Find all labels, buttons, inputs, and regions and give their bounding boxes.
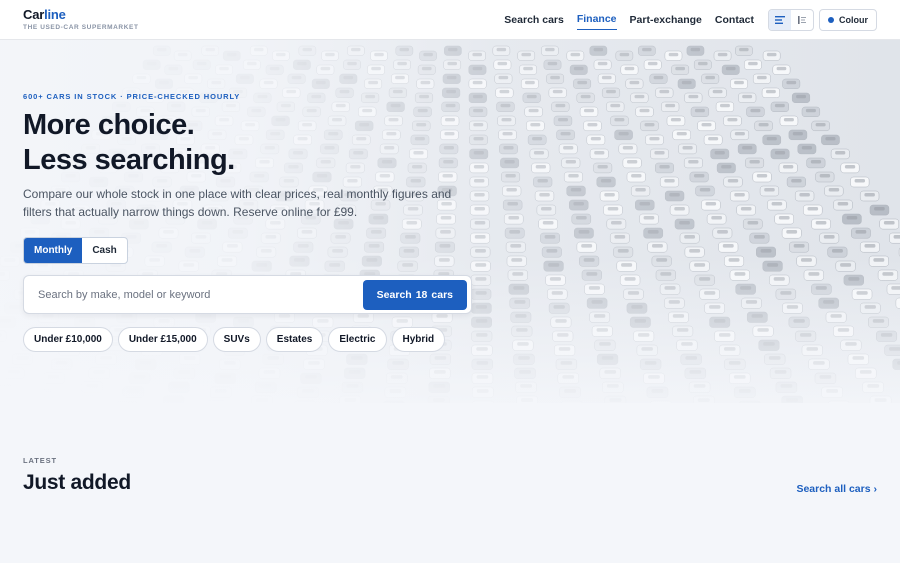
colour-theme-button[interactable]: Colour: [819, 8, 877, 31]
nav-part-exchange[interactable]: Part-exchange: [630, 10, 702, 30]
chip-estates[interactable]: Estates: [265, 327, 324, 352]
compact-view-icon: [798, 15, 806, 24]
layout-toggle: [768, 8, 814, 31]
list-view-button[interactable]: [769, 9, 791, 30]
nav-finance[interactable]: Finance: [576, 9, 617, 30]
main-nav: Search cars Finance Part-exchange Contac…: [491, 8, 877, 31]
latest-label: LATEST: [23, 456, 58, 465]
chip-suvs[interactable]: SUVs: [212, 327, 261, 352]
latest-section: LATEST Just added Search all cars ›: [0, 403, 900, 563]
nav-search-cars[interactable]: Search cars: [504, 10, 564, 30]
chip-under-10000[interactable]: Under £10,000: [23, 327, 113, 352]
chip-electric[interactable]: Electric: [328, 327, 387, 352]
headline-line1: More choice.: [23, 109, 195, 141]
search-button-count: 18: [415, 288, 428, 301]
list-view-icon: [775, 15, 785, 24]
headline-line2: Less searching.: [23, 144, 235, 176]
search-input[interactable]: [36, 287, 363, 302]
site-header: Carline THE USED-CAR SUPERMARKET Search …: [0, 0, 900, 40]
chip-hybrid[interactable]: Hybrid: [391, 327, 446, 352]
search-button-suffix: cars: [431, 288, 453, 301]
compact-view-button[interactable]: [791, 10, 813, 30]
brand-tagline: THE USED-CAR SUPERMARKET: [23, 24, 139, 31]
brand-name-part1: Car: [23, 7, 45, 22]
brand-name-part2: line: [44, 7, 66, 22]
chip-under-15000[interactable]: Under £15,000: [117, 327, 208, 352]
hero-headline: More choice. Less searching.: [23, 108, 235, 178]
payment-toggle: Monthly Cash: [23, 237, 128, 264]
hero-eyebrow: 600+ CARS IN STOCK · PRICE-CHECKED HOURL…: [23, 92, 241, 101]
payment-monthly[interactable]: Monthly: [24, 238, 83, 263]
hero-section: 600+ CARS IN STOCK · PRICE-CHECKED HOURL…: [0, 40, 900, 403]
search-all-cars-link[interactable]: Search all cars ›: [796, 483, 877, 495]
search-button-prefix: Search: [376, 288, 412, 301]
nav-contact[interactable]: Contact: [715, 10, 754, 30]
hero-subcopy: Compare our whole stock in one place wit…: [23, 187, 452, 219]
search-bar: Search 18 cars: [23, 275, 472, 314]
search-button[interactable]: Search 18 cars: [362, 279, 467, 310]
payment-cash[interactable]: Cash: [82, 238, 126, 263]
quick-filters: Under £10,000 Under £15,000 SUVs Estates…: [23, 327, 446, 352]
brand-name: Carline: [23, 8, 139, 22]
colour-label: Colour: [839, 14, 868, 25]
latest-title: Just added: [23, 471, 131, 494]
brand-logo[interactable]: Carline THE USED-CAR SUPERMARKET: [23, 8, 139, 32]
colour-dot-icon: [828, 16, 834, 23]
